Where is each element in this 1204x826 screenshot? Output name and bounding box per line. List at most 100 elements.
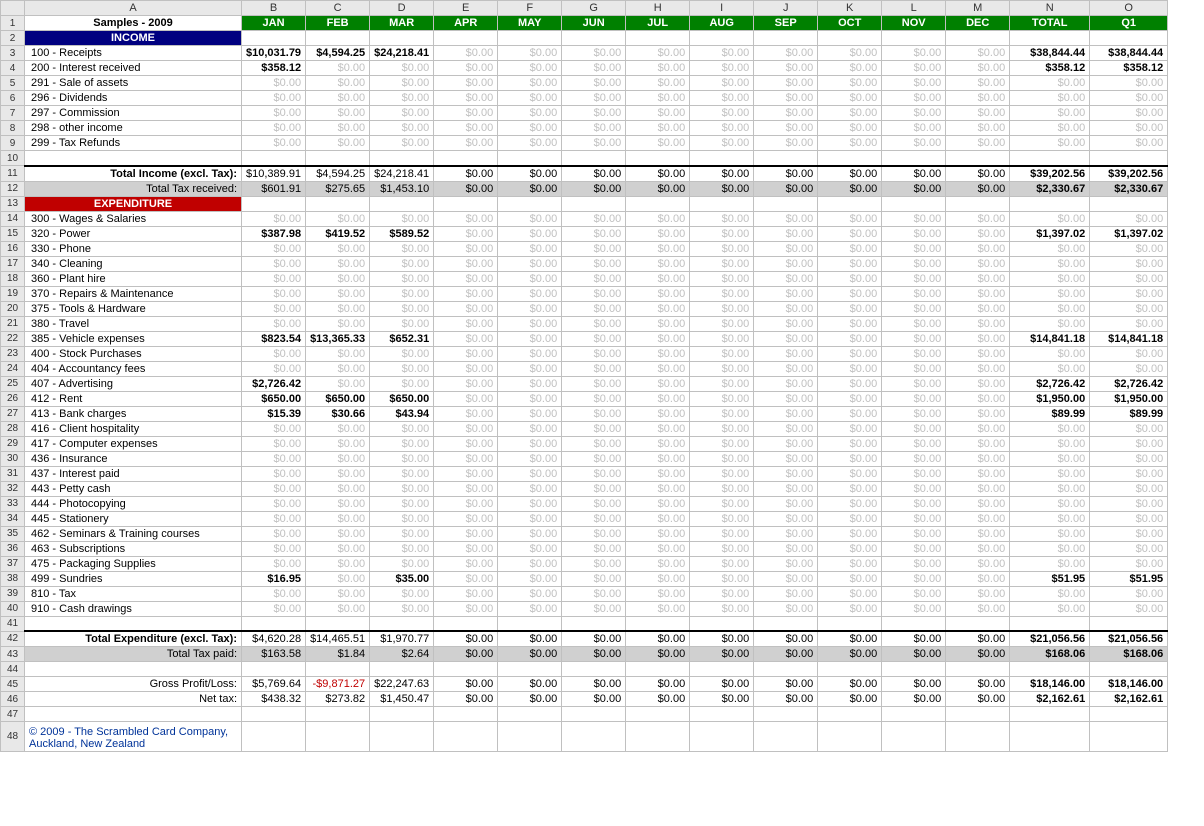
cell[interactable]: $0.00 (626, 271, 690, 286)
cell[interactable]: $0.00 (690, 106, 754, 121)
cell[interactable]: $0.00 (1010, 136, 1090, 151)
cell[interactable] (434, 707, 498, 722)
account-label[interactable]: 463 - Subscriptions (25, 541, 242, 556)
cell[interactable]: $0.00 (370, 211, 434, 226)
cell[interactable] (306, 722, 370, 752)
cell[interactable]: $0.00 (306, 106, 370, 121)
cell[interactable]: $0.00 (498, 331, 562, 346)
cell[interactable] (946, 196, 1010, 211)
account-label[interactable]: 416 - Client hospitality (25, 421, 242, 436)
cell[interactable]: $0.00 (882, 677, 946, 692)
row-header[interactable]: 13 (1, 196, 25, 211)
cell[interactable] (562, 616, 626, 631)
cell[interactable]: $0.00 (882, 181, 946, 196)
cell[interactable]: $0.00 (434, 106, 498, 121)
cell[interactable]: $0.00 (562, 121, 626, 136)
cell[interactable] (946, 31, 1010, 46)
cell[interactable]: $0.00 (434, 286, 498, 301)
cell[interactable]: $0.00 (882, 271, 946, 286)
cell[interactable]: $0.00 (690, 301, 754, 316)
row-header[interactable]: 44 (1, 662, 25, 677)
section-expenditure[interactable]: EXPENDITURE (25, 196, 242, 211)
cell[interactable]: $2,726.42 (242, 376, 306, 391)
cell[interactable]: $0.00 (882, 391, 946, 406)
cell[interactable]: $0.00 (1090, 91, 1168, 106)
cell[interactable]: $39,202.56 (1090, 166, 1168, 182)
cell[interactable]: $0.00 (434, 241, 498, 256)
cell[interactable]: $0.00 (1010, 451, 1090, 466)
cell[interactable] (1010, 707, 1090, 722)
cell[interactable] (946, 707, 1010, 722)
cell[interactable]: $0.00 (818, 226, 882, 241)
account-label[interactable]: 412 - Rent (25, 391, 242, 406)
cell[interactable]: $0.00 (626, 361, 690, 376)
cell[interactable] (946, 722, 1010, 752)
cell[interactable]: $0.00 (626, 91, 690, 106)
cell[interactable]: $0.00 (626, 601, 690, 616)
cell[interactable]: $0.00 (1010, 586, 1090, 601)
row-header[interactable]: 22 (1, 331, 25, 346)
cell[interactable]: $358.12 (1010, 61, 1090, 76)
cell[interactable]: $0.00 (754, 481, 818, 496)
cell[interactable]: $18,146.00 (1090, 677, 1168, 692)
cell[interactable]: $1,950.00 (1090, 391, 1168, 406)
cell[interactable] (754, 196, 818, 211)
cell[interactable]: $0.00 (946, 451, 1010, 466)
spreadsheet-grid[interactable]: ABCDEFGHIJKLMNO 1Samples - 2009JANFEBMAR… (0, 0, 1168, 752)
cell[interactable] (882, 31, 946, 46)
column-header[interactable]: K (818, 1, 882, 16)
cell[interactable]: $0.00 (754, 166, 818, 182)
cell[interactable]: $0.00 (626, 496, 690, 511)
cell[interactable]: $0.00 (754, 556, 818, 571)
account-label[interactable]: 417 - Computer expenses (25, 436, 242, 451)
cell[interactable] (946, 662, 1010, 677)
cell[interactable]: $0.00 (818, 601, 882, 616)
cell[interactable]: $0.00 (498, 376, 562, 391)
cell[interactable] (626, 616, 690, 631)
cell[interactable]: $0.00 (626, 286, 690, 301)
cell[interactable]: $0.00 (754, 361, 818, 376)
cell[interactable]: $0.00 (1010, 496, 1090, 511)
cell[interactable]: $0.00 (754, 61, 818, 76)
cell[interactable]: $0.00 (690, 226, 754, 241)
cell[interactable] (434, 196, 498, 211)
cell[interactable]: $0.00 (946, 647, 1010, 662)
cell[interactable]: $0.00 (690, 391, 754, 406)
cell[interactable]: $0.00 (1090, 466, 1168, 481)
cell[interactable]: $0.00 (946, 226, 1010, 241)
cell[interactable] (306, 707, 370, 722)
cell[interactable]: $0.00 (946, 121, 1010, 136)
cell[interactable]: $1,970.77 (370, 631, 434, 647)
column-header[interactable]: C (306, 1, 370, 16)
cell[interactable]: $0.00 (1090, 76, 1168, 91)
cell[interactable]: $0.00 (946, 421, 1010, 436)
cell[interactable]: $0.00 (434, 91, 498, 106)
row-header[interactable]: 2 (1, 31, 25, 46)
cell[interactable]: $0.00 (882, 241, 946, 256)
row-header[interactable]: 31 (1, 466, 25, 481)
cell[interactable]: $0.00 (562, 61, 626, 76)
cell[interactable]: $0.00 (242, 421, 306, 436)
cell[interactable]: $0.00 (242, 556, 306, 571)
row-header[interactable]: 26 (1, 391, 25, 406)
cell[interactable]: $0.00 (434, 166, 498, 182)
cell[interactable]: $0.00 (626, 511, 690, 526)
cell[interactable]: $0.00 (434, 391, 498, 406)
cell[interactable] (370, 196, 434, 211)
cell[interactable]: $0.00 (690, 406, 754, 421)
cell[interactable] (818, 707, 882, 722)
cell[interactable]: $0.00 (818, 481, 882, 496)
cell[interactable]: $0.00 (690, 91, 754, 106)
cell[interactable]: $0.00 (1010, 316, 1090, 331)
title-cell[interactable]: Samples - 2009 (25, 16, 242, 31)
cell[interactable]: $0.00 (1010, 256, 1090, 271)
corner-cell[interactable] (1, 1, 25, 16)
cell[interactable]: $0.00 (1010, 286, 1090, 301)
cell[interactable] (754, 707, 818, 722)
account-label[interactable]: 360 - Plant hire (25, 271, 242, 286)
column-header[interactable]: M (946, 1, 1010, 16)
cell[interactable]: $0.00 (626, 76, 690, 91)
cell[interactable]: $0.00 (818, 406, 882, 421)
cell[interactable]: $0.00 (498, 46, 562, 61)
cell[interactable] (306, 151, 370, 166)
